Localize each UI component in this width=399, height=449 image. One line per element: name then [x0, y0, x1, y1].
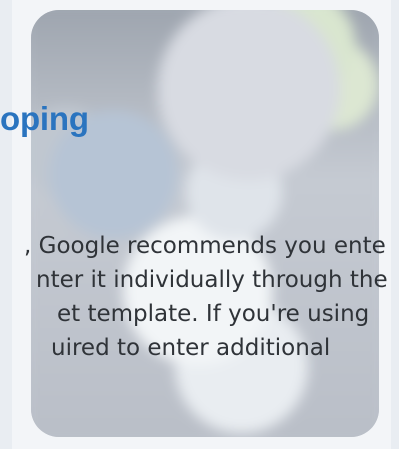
- description-line: uired to enter additional: [51, 335, 331, 361]
- description-text: , Google recommends you ente nter it ind…: [0, 229, 399, 365]
- description-line: nter it individually through the: [36, 267, 388, 293]
- page-right-edge: [391, 0, 399, 449]
- section-heading: oping: [0, 100, 89, 137]
- blurred-background-image: [31, 10, 379, 437]
- description-line: et template. If you're using: [57, 301, 370, 327]
- page-left-edge: [0, 0, 12, 449]
- description-line: , Google recommends you ente: [24, 233, 386, 259]
- image-card: [31, 10, 379, 437]
